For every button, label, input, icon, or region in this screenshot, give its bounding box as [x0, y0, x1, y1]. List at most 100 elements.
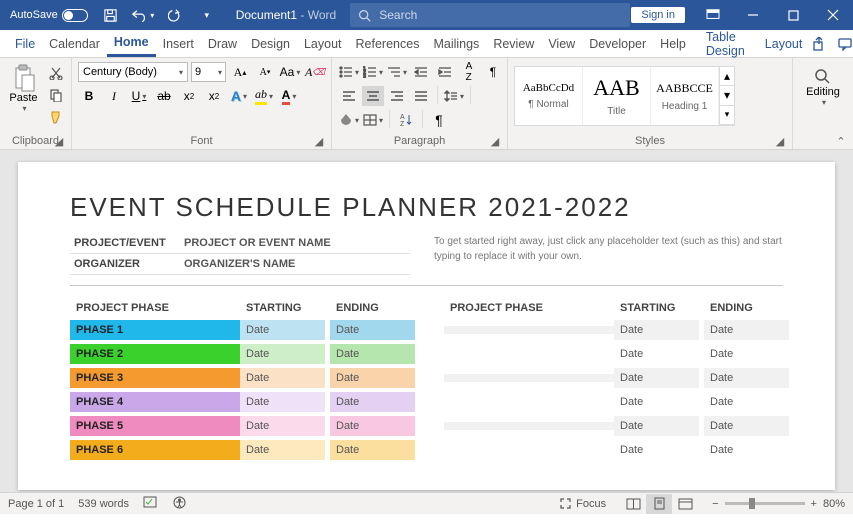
superscript-button[interactable]: x2 — [203, 86, 225, 106]
zoom-slider[interactable] — [725, 502, 805, 505]
font-size-selector[interactable]: 9▾ — [191, 62, 226, 82]
undo-icon[interactable]: ▾ — [128, 1, 158, 29]
font-color-icon[interactable]: A▾ — [278, 86, 300, 106]
italic-button[interactable]: I — [103, 86, 125, 106]
date-cell[interactable]: Date — [240, 440, 325, 460]
highlight-color-icon[interactable]: ab▾ — [253, 86, 275, 106]
date-cell[interactable]: Date — [704, 440, 789, 460]
phase-cell[interactable] — [444, 326, 614, 334]
underline-button[interactable]: U▾ — [128, 86, 150, 106]
paragraph-launcher-icon[interactable]: ◢ — [489, 135, 501, 147]
zoom-out-button[interactable]: − — [712, 498, 718, 510]
tab-help[interactable]: Help — [653, 30, 693, 57]
table-row[interactable]: PHASE 4DateDate — [70, 392, 420, 412]
info-label[interactable]: PROJECT/EVENT — [70, 233, 180, 253]
styles-scroll-up-icon[interactable]: ▴ — [720, 67, 734, 86]
maximize-button[interactable] — [773, 0, 813, 30]
date-cell[interactable]: Date — [614, 344, 699, 364]
phase-cell[interactable]: PHASE 5 — [70, 416, 240, 436]
styles-scroll-down-icon[interactable]: ▾ — [720, 86, 734, 105]
date-cell[interactable]: Date — [330, 440, 415, 460]
cut-icon[interactable] — [47, 64, 65, 82]
minimize-button[interactable] — [733, 0, 773, 30]
editing-button[interactable]: Editing ▾ — [799, 68, 847, 107]
tab-view[interactable]: View — [541, 30, 582, 57]
style-normal[interactable]: AaBbCcDd¶ Normal — [515, 67, 583, 125]
tab-draw[interactable]: Draw — [201, 30, 244, 57]
info-table[interactable]: PROJECT/EVENTPROJECT OR EVENT NAME ORGAN… — [70, 233, 410, 275]
format-painter-icon[interactable] — [47, 108, 65, 126]
sort-az-icon[interactable]: AZ — [395, 110, 417, 130]
date-cell[interactable]: Date — [704, 320, 789, 340]
table-row[interactable]: DateDate — [444, 320, 794, 340]
date-cell[interactable]: Date — [240, 344, 325, 364]
multilevel-list-icon[interactable]: ▾ — [386, 62, 408, 82]
info-value[interactable]: PROJECT OR EVENT NAME — [180, 233, 410, 253]
justify-icon[interactable] — [410, 86, 432, 106]
col-header[interactable]: ENDING — [330, 300, 420, 316]
align-right-icon[interactable] — [386, 86, 408, 106]
web-layout-icon[interactable] — [672, 494, 698, 514]
tab-table-layout[interactable]: Layout — [758, 30, 810, 57]
table-row[interactable]: PHASE 5DateDate — [70, 416, 420, 436]
font-launcher-icon[interactable]: ◢ — [313, 135, 325, 147]
table-row[interactable]: PHASE 3DateDate — [70, 368, 420, 388]
table-row[interactable]: PHASE 6DateDate — [70, 440, 420, 460]
date-cell[interactable]: Date — [614, 392, 699, 412]
document-area[interactable]: EVENT SCHEDULE PLANNER 2021-2022 PROJECT… — [0, 150, 853, 492]
increase-indent-icon[interactable] — [434, 62, 456, 82]
strikethrough-button[interactable]: ab — [153, 86, 175, 106]
zoom-in-button[interactable]: + — [811, 498, 817, 510]
tab-review[interactable]: Review — [486, 30, 541, 57]
borders-icon[interactable]: ▾ — [362, 110, 384, 130]
date-cell[interactable]: Date — [614, 416, 699, 436]
phase-cell[interactable] — [444, 422, 614, 430]
date-cell[interactable]: Date — [240, 392, 325, 412]
table-row[interactable]: DateDate — [444, 392, 794, 412]
numbering-icon[interactable]: 123▾ — [362, 62, 384, 82]
date-cell[interactable]: Date — [614, 320, 699, 340]
left-phase-table[interactable]: PROJECT PHASE STARTING ENDING PHASE 1Dat… — [70, 300, 420, 460]
phase-cell[interactable] — [444, 446, 614, 454]
date-cell[interactable]: Date — [330, 344, 415, 364]
tab-developer[interactable]: Developer — [582, 30, 653, 57]
sort-icon[interactable]: AZ — [458, 62, 480, 82]
phase-cell[interactable]: PHASE 4 — [70, 392, 240, 412]
word-count[interactable]: 539 words — [78, 498, 129, 510]
spellcheck-icon[interactable] — [143, 496, 159, 512]
tab-design[interactable]: Design — [244, 30, 297, 57]
style-heading1[interactable]: AABBCCEHeading 1 — [651, 67, 719, 125]
tab-home[interactable]: Home — [107, 30, 156, 57]
tab-mailings[interactable]: Mailings — [426, 30, 486, 57]
info-value[interactable]: ORGANIZER'S NAME — [180, 254, 410, 274]
date-cell[interactable]: Date — [240, 368, 325, 388]
styles-more-icon[interactable]: ▾ — [720, 106, 734, 125]
col-header[interactable]: ENDING — [704, 300, 794, 316]
change-case-icon[interactable]: Aa▾ — [279, 62, 301, 82]
shading-icon[interactable]: ▾ — [338, 110, 360, 130]
table-row[interactable]: DateDate — [444, 344, 794, 364]
table-row[interactable]: DateDate — [444, 368, 794, 388]
table-row[interactable]: PHASE 2DateDate — [70, 344, 420, 364]
phase-cell[interactable]: PHASE 3 — [70, 368, 240, 388]
col-header[interactable]: PROJECT PHASE — [444, 300, 614, 316]
col-header[interactable]: PROJECT PHASE — [70, 300, 240, 316]
share-icon[interactable] — [809, 34, 829, 54]
date-cell[interactable]: Date — [330, 368, 415, 388]
date-cell[interactable]: Date — [330, 392, 415, 412]
date-cell[interactable]: Date — [330, 320, 415, 340]
help-text[interactable]: To get started right away, just click an… — [434, 233, 783, 275]
date-cell[interactable]: Date — [614, 368, 699, 388]
phase-cell[interactable]: PHASE 6 — [70, 440, 240, 460]
close-button[interactable] — [813, 0, 853, 30]
align-left-icon[interactable] — [338, 86, 360, 106]
document-heading[interactable]: EVENT SCHEDULE PLANNER 2021-2022 — [70, 192, 783, 223]
style-title[interactable]: AABTitle — [583, 67, 651, 125]
table-row[interactable]: DateDate — [444, 416, 794, 436]
text-effects-icon[interactable]: A▾ — [228, 86, 250, 106]
styles-launcher-icon[interactable]: ◢ — [774, 135, 786, 147]
zoom-level[interactable]: 80% — [823, 498, 845, 510]
show-marks-icon[interactable]: ¶ — [482, 62, 504, 82]
tab-layout[interactable]: Layout — [297, 30, 349, 57]
info-label[interactable]: ORGANIZER — [70, 254, 180, 274]
